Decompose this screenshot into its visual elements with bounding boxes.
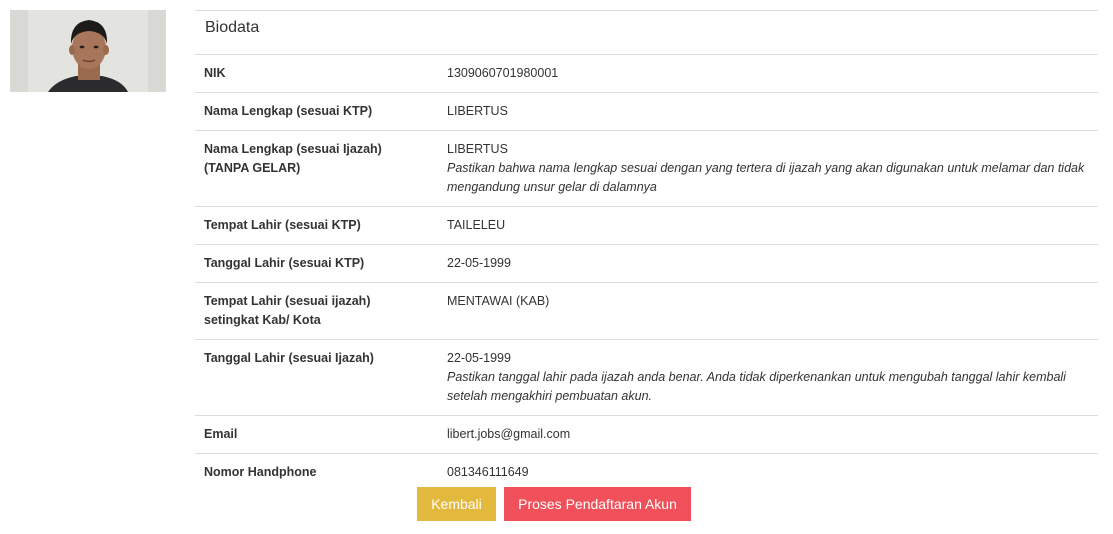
field-label: Tanggal Lahir (sesuai KTP) xyxy=(195,244,438,283)
field-value-cell: 22-05-1999 xyxy=(438,244,1098,283)
table-row: Nomor Handphone 081346111649 xyxy=(195,454,1098,492)
table-row: NIK 1309060701980001 xyxy=(195,55,1098,93)
field-label: NIK xyxy=(195,55,438,93)
field-value-cell: 081346111649 xyxy=(438,454,1098,492)
field-value-cell: LIBERTUS Pastikan bahwa nama lengkap sesu… xyxy=(438,130,1098,207)
table-row: Nama Lengkap (sesuai Ijazah) (TANPA GELA… xyxy=(195,130,1098,207)
table-row: Nama Lengkap (sesuai KTP) LIBERTUS xyxy=(195,92,1098,131)
field-value-cell: LIBERTUS xyxy=(438,92,1098,131)
field-value: 081346111649 xyxy=(447,465,529,479)
action-bar: Kembali Proses Pendaftaran Akun xyxy=(0,487,1113,521)
field-value-cell: 22-05-1999 Pastikan tanggal lahir pada ij… xyxy=(438,339,1098,416)
table-row: Email libert.jobs@gmail.com xyxy=(195,415,1098,454)
field-value: MENTAWAI (KAB) xyxy=(447,294,550,308)
profile-photo xyxy=(10,10,166,92)
field-value: 22-05-1999 xyxy=(447,351,511,365)
biodata-table: NIK 1309060701980001 Nama Lengkap (sesuai … xyxy=(195,55,1098,491)
field-hint: Pastikan tanggal lahir pada ijazah anda … xyxy=(447,370,1066,403)
field-label: Tempat Lahir (sesuai ijazah) setingkat K… xyxy=(195,282,438,340)
field-value: 1309060701980001 xyxy=(447,66,559,80)
field-value-cell: 1309060701980001 xyxy=(438,55,1098,93)
field-value: LIBERTUS xyxy=(447,142,508,156)
back-button[interactable]: Kembali xyxy=(417,487,496,521)
field-value: 22-05-1999 xyxy=(447,256,511,270)
field-value: LIBERTUS xyxy=(447,104,508,118)
biodata-title: Biodata xyxy=(195,10,1098,55)
field-hint: Pastikan bahwa nama lengkap sesuai denga… xyxy=(447,161,1085,194)
table-row: Tempat Lahir (sesuai KTP) TAILELEU xyxy=(195,206,1098,245)
field-value-cell: libert.jobs@gmail.com xyxy=(438,415,1098,454)
field-label: Tanggal Lahir (sesuai Ijazah) xyxy=(195,339,438,416)
field-value-cell: MENTAWAI (KAB) xyxy=(438,282,1098,340)
field-label: Nomor Handphone xyxy=(204,465,317,479)
field-label: Email xyxy=(195,415,438,454)
field-label: Nama Lengkap (sesuai KTP) xyxy=(195,92,438,131)
field-label: Nama Lengkap (sesuai Ijazah) (TANPA GELA… xyxy=(195,130,438,207)
submit-registration-button[interactable]: Proses Pendaftaran Akun xyxy=(504,487,691,521)
field-value: TAILELEU xyxy=(447,218,506,232)
field-label: Tempat Lahir (sesuai KTP) xyxy=(195,206,438,245)
biodata-panel: Biodata NIK 1309060701980001 Nama Lengkap … xyxy=(195,10,1098,491)
field-value-cell: TAILELEU xyxy=(438,206,1098,245)
field-value: libert.jobs@gmail.com xyxy=(447,427,571,441)
table-row: Tempat Lahir (sesuai ijazah) setingkat K… xyxy=(195,282,1098,340)
table-row: Tanggal Lahir (sesuai KTP) 22-05-1999 xyxy=(195,244,1098,283)
table-row: Tanggal Lahir (sesuai Ijazah) 22-05-1999 P… xyxy=(195,339,1098,416)
